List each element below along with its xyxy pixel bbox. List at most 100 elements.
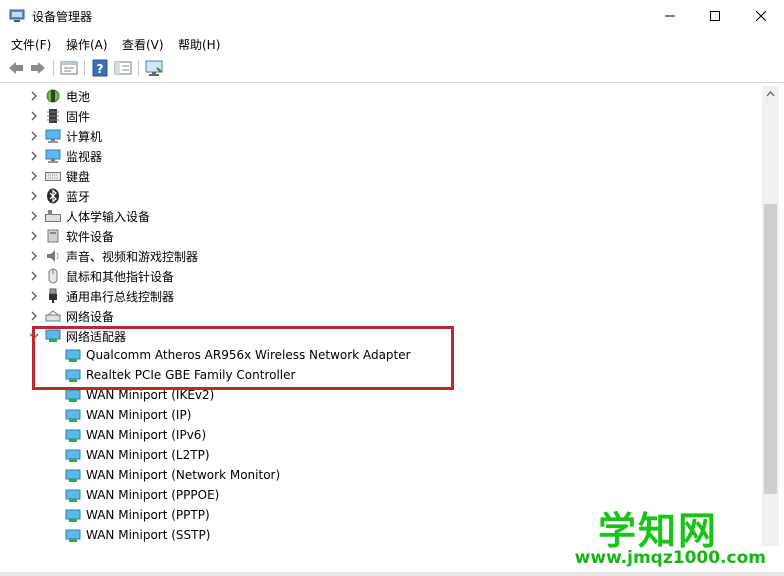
battery-icon <box>46 89 60 103</box>
toolbar-separator <box>138 60 139 76</box>
tree-label: WAN Miniport (PPPOE) <box>86 488 220 502</box>
watermark-url: www.jmqz1000.com <box>574 548 766 568</box>
chevron-right-icon[interactable] <box>28 170 40 182</box>
tree-label: 声音、视频和游戏控制器 <box>66 250 199 264</box>
tree-device-adapter[interactable]: WAN Miniport (IPv6) <box>0 426 762 446</box>
close-button[interactable] <box>738 0 784 32</box>
scroll-up-arrow-icon[interactable] <box>762 86 779 103</box>
back-icon[interactable] <box>6 59 26 77</box>
window-title: 设备管理器 <box>32 10 93 24</box>
network-adapter-icon <box>65 509 81 522</box>
monitor-icon[interactable] <box>144 59 164 77</box>
tree-label: WAN Miniport (L2TP) <box>86 448 210 462</box>
tree-device-adapter[interactable]: WAN Miniport (IP) <box>0 406 762 426</box>
firmware-icon <box>47 109 59 123</box>
tree-label: 网络设备 <box>66 310 115 324</box>
watermark: 学知网 www.jmqz1000.com <box>566 500 772 572</box>
tree-label: WAN Miniport (SSTP) <box>86 528 211 542</box>
tree-category-hid[interactable]: 人体学输入设备 <box>0 206 762 226</box>
tree-category-network-device[interactable]: 网络设备 <box>0 306 762 326</box>
tree-device-adapter[interactable]: WAN Miniport (L2TP) <box>0 446 762 466</box>
tree-label: 人体学输入设备 <box>66 210 151 224</box>
chevron-right-icon[interactable] <box>28 310 40 322</box>
network-device-icon <box>45 310 61 322</box>
minimize-button[interactable] <box>647 0 693 32</box>
tree-category-usb[interactable]: 通用串行总线控制器 <box>0 286 762 306</box>
tree-label: 鼠标和其他指针设备 <box>66 270 175 284</box>
maximize-icon <box>710 11 720 21</box>
keyboard-icon <box>45 172 61 181</box>
svg-text:?: ? <box>97 62 104 76</box>
tree-category-software-device[interactable]: 软件设备 <box>0 226 762 246</box>
chevron-right-icon[interactable] <box>28 130 40 142</box>
tree-device-adapter[interactable]: WAN Miniport (Network Monitor) <box>0 466 762 486</box>
tree-label: WAN Miniport (IKEv2) <box>86 388 215 402</box>
menu-action[interactable]: 操作(A) <box>66 36 108 53</box>
chevron-right-icon[interactable] <box>28 250 40 262</box>
maximize-button[interactable] <box>692 0 738 32</box>
speaker-icon <box>47 250 59 262</box>
network-adapter-icon <box>65 409 81 422</box>
bluetooth-icon <box>47 188 59 204</box>
chevron-right-icon[interactable] <box>28 150 40 162</box>
menu-view[interactable]: 查看(V) <box>122 36 164 53</box>
chevron-right-icon[interactable] <box>28 110 40 122</box>
usb-icon <box>49 288 57 303</box>
chevron-right-icon[interactable] <box>28 270 40 282</box>
toolbar-separator <box>84 60 85 76</box>
tree-label: 通用串行总线控制器 <box>66 290 175 304</box>
network-adapter-icon <box>65 529 81 542</box>
minimize-icon <box>665 15 675 17</box>
show-hide-icon[interactable] <box>113 59 133 77</box>
close-icon <box>756 11 766 21</box>
monitor-icon <box>45 149 61 163</box>
properties-icon[interactable] <box>59 59 79 77</box>
tree-label: 键盘 <box>66 170 91 184</box>
device-manager-window: 设备管理器 文件(F) 操作(A) 查看(V) 帮助(H) ? 电池 固件 计算… <box>0 0 784 576</box>
window-bottom-edge <box>0 572 784 576</box>
scrollbar-thumb[interactable] <box>764 204 777 494</box>
chevron-right-icon[interactable] <box>28 230 40 242</box>
toolbar: ? <box>0 55 784 83</box>
tree-label: 软件设备 <box>66 230 115 244</box>
tree-label: WAN Miniport (IPv6) <box>86 428 207 442</box>
chevron-right-icon[interactable] <box>28 190 40 202</box>
tree-label: WAN Miniport (PPTP) <box>86 508 210 522</box>
tree-label: 蓝牙 <box>66 190 91 204</box>
chevron-right-icon[interactable] <box>28 210 40 222</box>
device-manager-app-icon <box>9 9 25 22</box>
menu-file[interactable]: 文件(F) <box>11 36 51 53</box>
title-bar: 设备管理器 <box>0 0 784 32</box>
mouse-icon <box>48 268 58 284</box>
toolbar-separator <box>53 60 54 76</box>
network-adapter-icon <box>65 449 81 462</box>
network-adapter-icon <box>65 469 81 482</box>
tree-category-keyboard[interactable]: 键盘 <box>0 166 762 186</box>
network-adapter-icon <box>65 429 81 442</box>
software-device-icon <box>47 229 59 243</box>
tree-label: WAN Miniport (IP) <box>86 408 192 422</box>
tree-category-computer[interactable]: 计算机 <box>0 126 762 146</box>
tree-label: WAN Miniport (Network Monitor) <box>86 468 281 482</box>
tree-category-battery[interactable]: 电池 <box>0 86 762 106</box>
device-tree: 电池 固件 计算机 监视器 键盘 蓝牙 人体学输入设备 软件设备 声音、视频和游… <box>0 86 762 546</box>
network-adapter-icon <box>65 489 81 502</box>
network-adapter-icon <box>65 389 81 402</box>
chevron-right-icon[interactable] <box>28 290 40 302</box>
tree-category-mouse[interactable]: 鼠标和其他指针设备 <box>0 266 762 286</box>
tree-category-sound[interactable]: 声音、视频和游戏控制器 <box>0 246 762 266</box>
menu-help[interactable]: 帮助(H) <box>178 36 220 53</box>
chevron-right-icon[interactable] <box>28 90 40 102</box>
tree-label: 计算机 <box>66 130 103 144</box>
forward-icon[interactable] <box>28 59 48 77</box>
tree-category-bluetooth[interactable]: 蓝牙 <box>0 186 762 206</box>
help-icon[interactable]: ? <box>90 59 110 77</box>
tree-category-firmware[interactable]: 固件 <box>0 106 762 126</box>
vertical-scrollbar[interactable] <box>762 86 779 546</box>
watermark-title: 学知网 <box>597 509 718 553</box>
tree-label: 电池 <box>66 90 91 104</box>
hid-icon <box>45 210 61 222</box>
tree-label: 固件 <box>66 110 91 124</box>
tree-category-monitor[interactable]: 监视器 <box>0 146 762 166</box>
computer-icon <box>45 129 61 143</box>
